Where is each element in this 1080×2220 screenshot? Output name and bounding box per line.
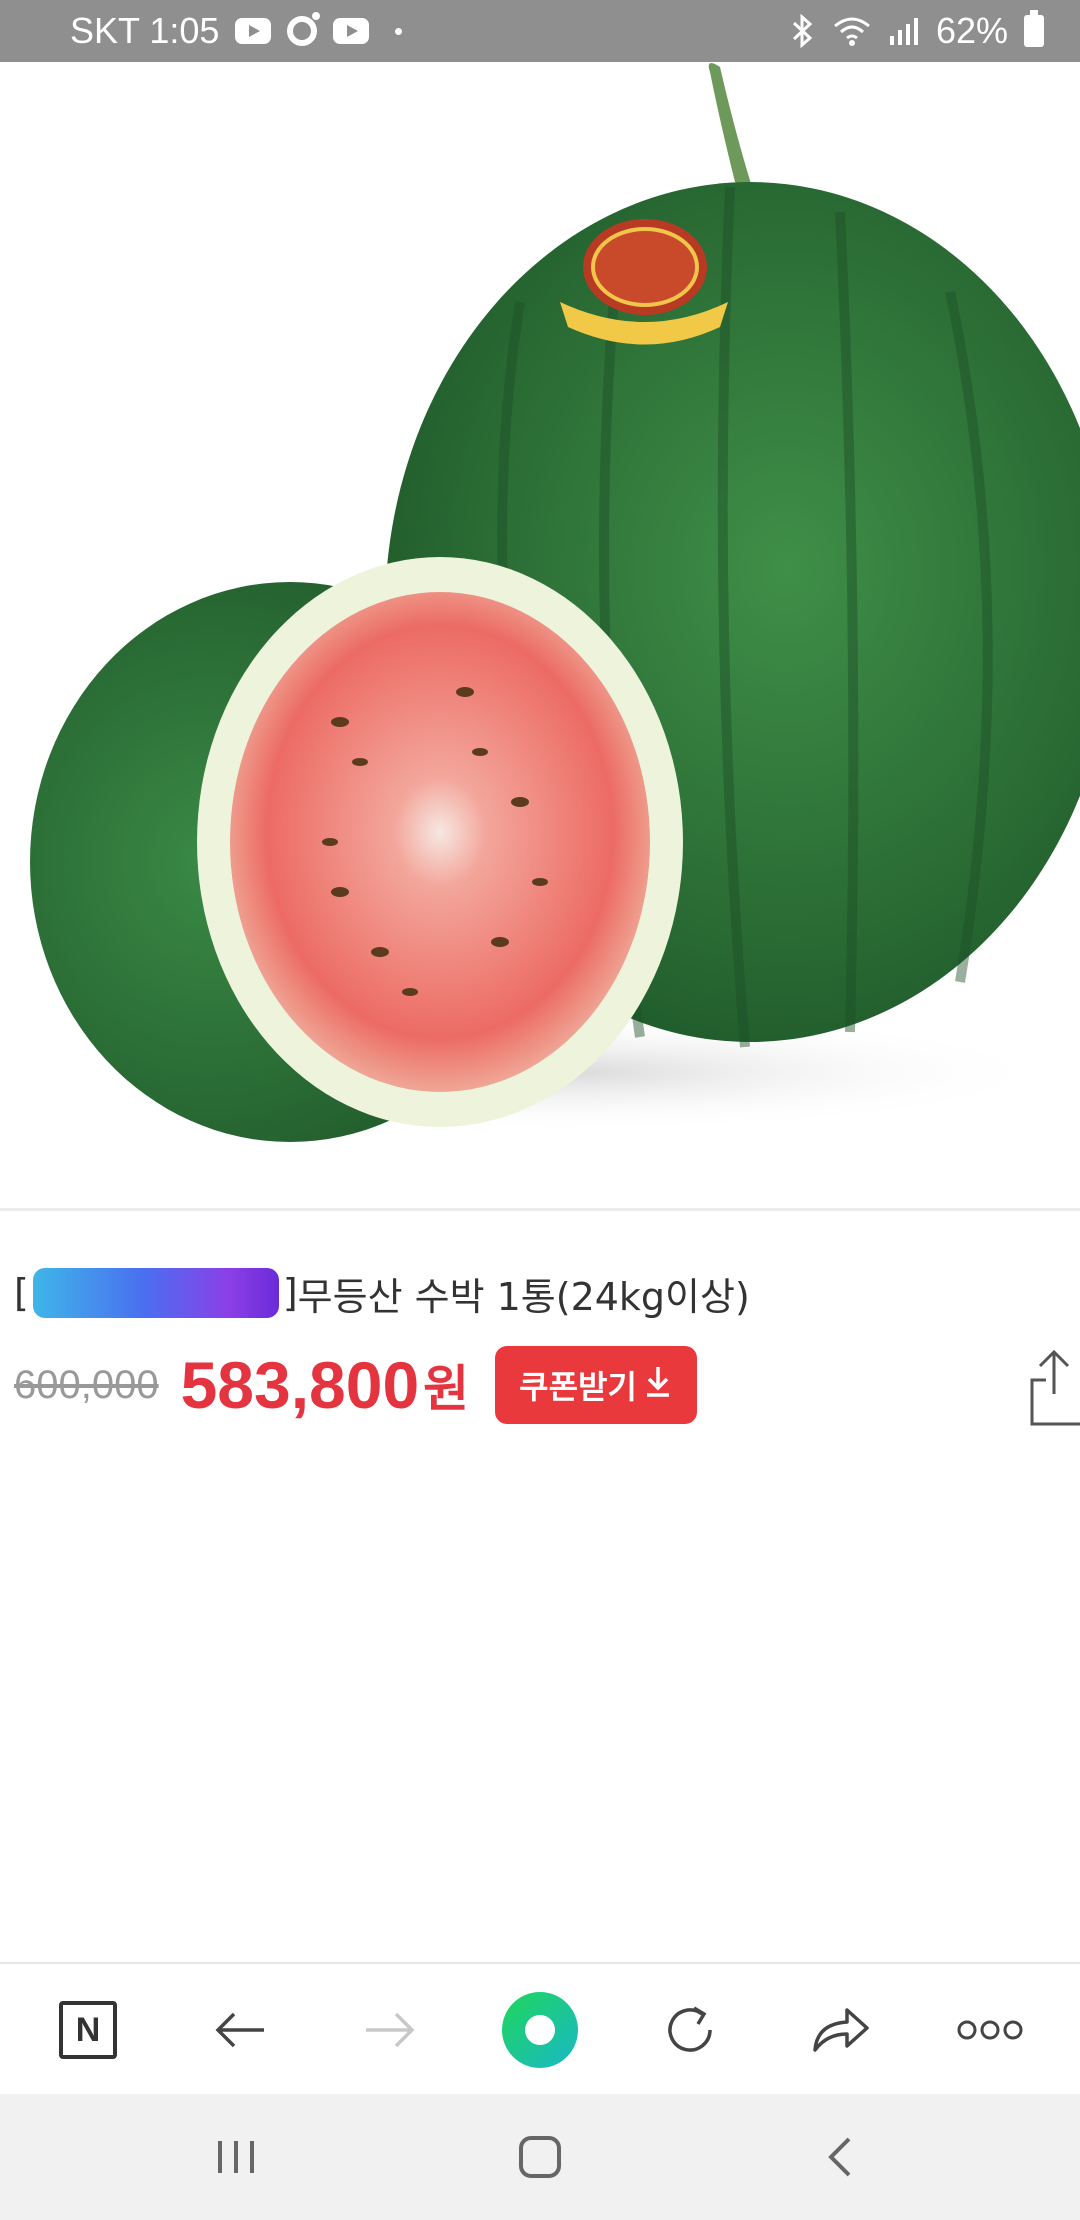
naver-home-icon: N (59, 2001, 117, 2059)
coupon-download-button[interactable]: 쿠폰받기 (495, 1346, 697, 1424)
image-divider (0, 1208, 1080, 1211)
reload-icon[interactable] (640, 1964, 740, 2096)
recent-apps-icon[interactable] (176, 2094, 296, 2220)
more-icon[interactable] (940, 1964, 1040, 2096)
bluetooth-icon (790, 14, 816, 48)
back-arrow-icon[interactable] (190, 1964, 290, 2096)
share-icon[interactable] (1028, 1348, 1080, 1428)
censored-brand-name (32, 1268, 279, 1318)
original-price: 600,000 (14, 1362, 159, 1407)
browser-toolbar: N (0, 1962, 1080, 2094)
forward-arrow-icon[interactable] (340, 1964, 440, 2096)
green-home-button[interactable] (490, 1964, 590, 2096)
battery-icon (1024, 10, 1044, 47)
status-bar: SKT 1:05 62% (0, 0, 1080, 62)
android-nav-bar (0, 2094, 1080, 2220)
green-dot-icon (502, 1992, 578, 2068)
back-icon[interactable] (780, 2094, 900, 2220)
price-currency: 원 (423, 1360, 470, 1418)
watermelon-product-image[interactable] (0, 62, 1080, 1212)
youtube-icon (333, 18, 370, 44)
camera-icon (287, 12, 321, 46)
naver-home-button[interactable]: N (38, 1964, 138, 2096)
status-left: SKT 1:05 (70, 10, 403, 52)
download-arrow-icon (643, 1364, 673, 1406)
battery-percent: 62% (935, 10, 1008, 51)
title-bracket-open: [ (14, 1271, 29, 1315)
carrier-time: SKT 1:05 (70, 10, 220, 51)
sale-price: 583,800 (180, 1348, 420, 1422)
product-title: 무등산 수박 1통(24kg이상) (297, 1274, 750, 1319)
product-title-row: [ ] 무등산 수박 1통(24kg이상) (14, 1266, 750, 1320)
wifi-icon (832, 15, 872, 47)
coupon-label: 쿠폰받기 (519, 1368, 637, 1406)
youtube-icon (235, 18, 272, 44)
title-bracket-close: ] (282, 1271, 298, 1315)
share-arrow-icon[interactable] (790, 1964, 890, 2096)
status-right: 62% (790, 10, 1044, 52)
signal-icon (888, 16, 920, 46)
dot-icon (395, 27, 403, 35)
price-row: 600,000 583,800 원 쿠폰받기 (14, 1346, 697, 1424)
home-icon[interactable] (480, 2094, 600, 2220)
